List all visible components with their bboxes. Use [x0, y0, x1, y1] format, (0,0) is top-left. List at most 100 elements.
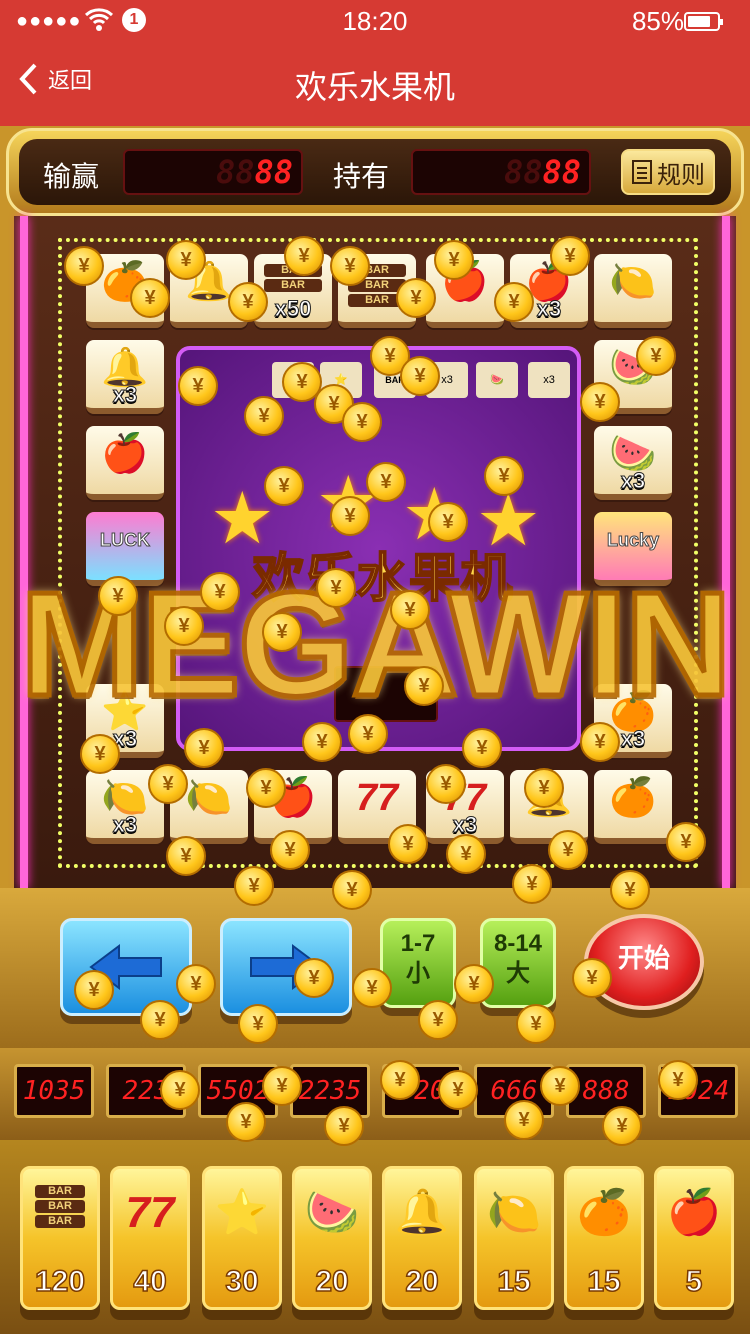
mini-tile: 🍉: [476, 362, 518, 398]
coin-icon: ¥: [380, 1060, 420, 1100]
coin-icon: ¥: [226, 1102, 266, 1142]
coin-icon: ¥: [164, 606, 204, 646]
coin-icon: ¥: [580, 722, 620, 762]
bet-apple-button[interactable]: 🍎 5: [654, 1166, 734, 1310]
tile-orange: 🍊: [594, 770, 672, 844]
win-label: 输赢: [43, 161, 100, 192]
coin-icon: ¥: [74, 970, 114, 1010]
odds-display: 1035: [14, 1064, 94, 1118]
coin-icon: ¥: [262, 1066, 302, 1106]
bet-seven-button[interactable]: 77 40: [110, 1166, 190, 1310]
coin-icon: ¥: [80, 734, 120, 774]
coin-icon: ¥: [580, 382, 620, 422]
coin-icon: ¥: [540, 1066, 580, 1106]
coin-icon: ¥: [200, 572, 240, 612]
coin-icon: ¥: [462, 728, 502, 768]
bet-value: 120: [34, 1264, 86, 1299]
coin-icon: ¥: [548, 830, 588, 870]
coin-icon: ¥: [238, 1004, 278, 1044]
bet-bar-button[interactable]: BAR BAR BAR 120: [20, 1166, 100, 1310]
coin-icon: ¥: [572, 958, 612, 998]
coin-icon: ¥: [602, 1106, 642, 1146]
bet-value: 40: [133, 1264, 168, 1299]
coin-icon: ¥: [418, 1000, 458, 1040]
coin-icon: ¥: [484, 456, 524, 496]
neon-right: [722, 216, 730, 888]
coin-icon: ¥: [176, 964, 216, 1004]
bet-orange-button[interactable]: 🍊 15: [564, 1166, 644, 1310]
slot-board: 🍊 🔔 BARBARx50 BARBARBAR 🍎 🍎x3 🍋 🔔x3 🍎 LU…: [14, 216, 736, 888]
coin-icon: ¥: [610, 870, 650, 910]
coin-icon: ¥: [270, 830, 310, 870]
bet-value: 30: [225, 1264, 260, 1299]
orange-icon: 🍊: [576, 1188, 632, 1237]
coin-icon: ¥: [294, 958, 334, 998]
apple-icon: 🍎: [666, 1188, 722, 1237]
coin-icon: ¥: [550, 236, 590, 276]
coin-icon: ¥: [390, 590, 430, 630]
coin-icon: ¥: [446, 834, 486, 874]
coin-icon: ¥: [332, 870, 372, 910]
bet-value: 15: [587, 1264, 622, 1299]
small-label: 小: [406, 960, 430, 987]
coin-icon: ¥: [166, 240, 206, 280]
coin-icon: ¥: [454, 964, 494, 1004]
coin-icon: ¥: [348, 714, 388, 754]
win-display: 8888: [123, 149, 303, 195]
coin-icon: ¥: [316, 568, 356, 608]
coin-icon: ¥: [148, 764, 188, 804]
bet-value: 20: [405, 1264, 440, 1299]
right-arrow-button[interactable]: [220, 918, 352, 1016]
bet-watermelon-button[interactable]: 🍉 20: [292, 1166, 372, 1310]
neon-left: [20, 216, 28, 888]
tile-lemon: 🍋: [594, 254, 672, 328]
coin-icon: ¥: [524, 768, 564, 808]
page-title: 欢乐水果机: [294, 69, 455, 105]
tile-watermelon: 🍉 x3: [594, 426, 672, 500]
battery-percent: 85%: [631, 6, 684, 36]
bet-lemon-button[interactable]: 🍋 15: [474, 1166, 554, 1310]
coin-icon: ¥: [166, 836, 206, 876]
bell-icon: 🔔: [394, 1188, 450, 1237]
coin-icon: ¥: [234, 866, 274, 906]
bet-star-button[interactable]: ⭐ 30: [202, 1166, 282, 1310]
nav-bar: 返回 欢乐水果机: [0, 44, 750, 126]
coin-icon: ¥: [404, 666, 444, 706]
coin-icon: ¥: [330, 496, 370, 536]
coin-icon: ¥: [330, 246, 370, 286]
bet-value: 15: [497, 1264, 532, 1299]
coin-icon: ¥: [324, 1106, 364, 1146]
coin-icon: ¥: [98, 576, 138, 616]
bet-value: 5: [685, 1264, 703, 1299]
seven-icon: 77: [125, 1188, 175, 1237]
coin-icon: ¥: [160, 1070, 200, 1110]
coin-icon: ¥: [396, 278, 436, 318]
rules-button[interactable]: 规则: [621, 149, 715, 195]
small-bet-button[interactable]: 1-7 小: [380, 918, 456, 1008]
coin-icon: ¥: [244, 396, 284, 436]
coin-icon: ¥: [284, 236, 324, 276]
coin-icon: ¥: [228, 282, 268, 322]
big-range-label: 8-14: [493, 930, 543, 957]
hold-display: 8888: [411, 149, 591, 195]
hold-label: 持有: [333, 161, 390, 192]
coin-icon: ¥: [400, 356, 440, 396]
tile-bell: 🔔 x3: [86, 340, 164, 414]
coin-icon: ¥: [388, 824, 428, 864]
big-bet-button[interactable]: 8-14 大: [480, 918, 556, 1008]
coin-icon: ¥: [366, 462, 406, 502]
lemon-icon: 🍋: [486, 1188, 542, 1237]
tile-apple: 🍎: [86, 426, 164, 500]
coin-icon: ¥: [658, 1060, 698, 1100]
small-range-label: 1-7: [400, 930, 436, 957]
coin-icon: ¥: [302, 722, 342, 762]
coin-icon: ¥: [342, 402, 382, 442]
coin-icon: ¥: [434, 240, 474, 280]
battery-icon: [684, 12, 723, 31]
watermelon-icon: 🍉: [304, 1188, 360, 1237]
coin-icon: ¥: [262, 612, 302, 652]
bet-bell-button[interactable]: 🔔 20: [382, 1166, 462, 1310]
coin-icon: ¥: [666, 822, 706, 862]
document-icon: [632, 160, 652, 184]
coin-icon: ¥: [246, 768, 286, 808]
